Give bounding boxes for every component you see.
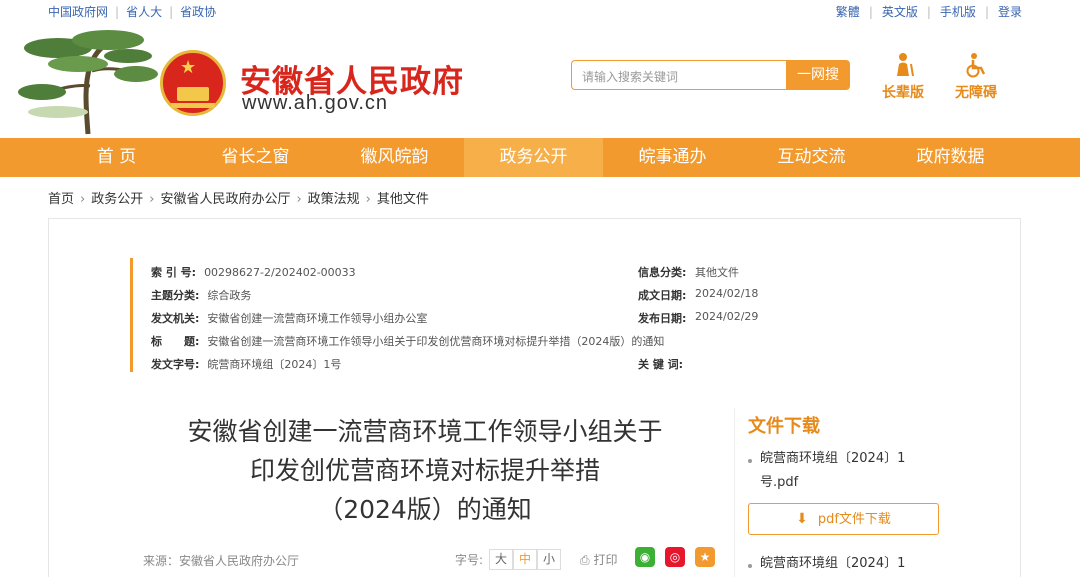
accessible-mode-button[interactable]: 无障碍 — [955, 52, 997, 102]
meta-pub-date-value: 2024/02/29 — [695, 310, 759, 323]
meta-category-value: 综合政务 — [207, 289, 252, 302]
top-left-links: 中国政府网 | 省人大 | 省政协 — [48, 5, 217, 19]
download-item-1[interactable]: 皖营商环境组〔2024〕1 号.pdf — [760, 447, 920, 495]
link-traditional[interactable]: 繁體 — [836, 5, 860, 19]
document-meta: 索 引 号: 00298627-2/202402-00033 主题分类: 综合政务 … — [130, 258, 770, 372]
link-cppcc[interactable]: 省政协 — [180, 5, 216, 19]
crumb-home[interactable]: 首页 — [48, 192, 74, 207]
download-item-1-line-1: 皖营商环境组〔2024〕1 — [760, 451, 906, 466]
font-size-medium-button[interactable]: 中 — [513, 549, 538, 570]
accessible-label: 无障碍 — [955, 85, 997, 101]
crumb-policy[interactable]: 政策法规 — [308, 192, 360, 207]
meta-index-label: 索 引 号: — [151, 266, 197, 279]
document-title-line-3: （2024版）的通知 — [318, 495, 532, 524]
link-english[interactable]: 英文版 — [882, 5, 918, 19]
document-title-line-2: 印发创优营商环境对标提升举措 — [249, 456, 600, 485]
weibo-share-icon[interactable]: ◎ — [665, 547, 685, 567]
top-right-links: 繁體 | 英文版 | 手机版 | 登录 — [835, 5, 1022, 19]
link-gov-cn[interactable]: 中国政府网 — [48, 5, 108, 19]
pine-tree-icon — [18, 30, 158, 135]
bullet-icon — [748, 564, 752, 568]
document-source: 来源：安徽省人民政府办公厅 — [143, 554, 300, 568]
nav-culture[interactable]: 徽风皖韵 — [325, 138, 464, 177]
download-arrow-icon: ⬇ — [796, 511, 808, 527]
elder-icon — [897, 53, 914, 77]
nav-interaction[interactable]: 互动交流 — [742, 138, 881, 177]
font-size-label: 字号: — [455, 553, 484, 567]
pdf-download-button[interactable]: ⬇ pdf文件下载 — [748, 503, 939, 535]
meta-docno-value: 皖营商环境组〔2024〕1号 — [207, 358, 342, 371]
meta-category-label: 主题分类: — [151, 289, 200, 302]
meta-made-date-value: 2024/02/18 — [695, 287, 759, 300]
link-mobile[interactable]: 手机版 — [940, 5, 976, 19]
meta-title-row: 标 题: 安徽省创建一流营商环境工作领导小组关于印发创优营商环境对标提升举措（20… — [151, 333, 664, 349]
favorite-icon[interactable]: ★ — [695, 547, 715, 567]
nav-gov-data[interactable]: 政府数据 — [881, 138, 1020, 177]
crumb-gov-affairs[interactable]: 政务公开 — [91, 192, 143, 207]
download-divider — [734, 408, 735, 577]
meta-docno-row: 发文字号: 皖营商环境组〔2024〕1号 — [151, 356, 341, 372]
download-title: 文件下载 — [748, 416, 820, 437]
font-size-control: 字号: 大 中 小 — [455, 549, 562, 570]
printer-icon: ⎙ — [580, 553, 590, 567]
meta-index-value: 00298627-2/202402-00033 — [204, 266, 356, 279]
elder-mode-button[interactable]: 长辈版 — [882, 52, 924, 102]
meta-made-date-label: 成文日期: — [638, 289, 687, 302]
download-item-2-line-1: 皖营商环境组〔2024〕1 — [760, 556, 906, 571]
breadcrumb: 首页 › 政务公开 › 安徽省人民政府办公厅 › 政策法规 › 其他文件 — [48, 192, 429, 207]
crumb-office[interactable]: 安徽省人民政府办公厅 — [160, 192, 290, 207]
meta-issuer-row: 发文机关: 安徽省创建一流营商环境工作领导小组办公室 — [151, 310, 427, 326]
search-input[interactable]: 请输入搜索关键词 — [571, 60, 786, 90]
link-npc[interactable]: 省人大 — [126, 5, 162, 19]
font-size-small-button[interactable]: 小 — [537, 549, 562, 570]
meta-issuer-value: 安徽省创建一流营商环境工作领导小组办公室 — [207, 312, 428, 325]
site-header: ★ 安徽省人民政府 www.ah.gov.cn 请输入搜索关键词 一网搜 长辈版… — [0, 22, 1080, 138]
national-emblem-icon: ★ — [160, 50, 226, 116]
search-button[interactable]: 一网搜 — [786, 60, 850, 90]
bullet-icon — [748, 459, 752, 463]
crumb-other-docs[interactable]: 其他文件 — [377, 192, 429, 207]
document-title: 安徽省创建一流营商环境工作领导小组关于 印发创优营商环境对标提升举措 （2024… — [160, 412, 690, 529]
link-login[interactable]: 登录 — [998, 5, 1022, 19]
print-label: 打印 — [593, 553, 618, 567]
wheelchair-icon — [966, 53, 986, 78]
wechat-share-icon[interactable]: ◉ — [635, 547, 655, 567]
meta-info-cat-value: 其他文件 — [695, 266, 739, 279]
meta-pub-date-label: 发布日期: — [638, 312, 687, 325]
meta-issuer-label: 发文机关: — [151, 312, 200, 325]
meta-info-cat-label: 信息分类: — [638, 266, 687, 279]
pdf-download-label: pdf文件下载 — [817, 512, 891, 527]
print-button[interactable]: ⎙ 打印 — [580, 551, 617, 568]
meta-keywords-label: 关 键 词: — [638, 358, 684, 371]
meta-index-row: 索 引 号: 00298627-2/202402-00033 — [151, 264, 356, 280]
meta-title-value: 安徽省创建一流营商环境工作领导小组关于印发创优营商环境对标提升举措（2024版）… — [207, 335, 665, 348]
nav-gov-affairs[interactable]: 政务公开 — [464, 138, 603, 177]
font-size-large-button[interactable]: 大 — [489, 549, 514, 570]
meta-docno-label: 发文字号: — [151, 358, 200, 371]
document-title-line-1: 安徽省创建一流营商环境工作领导小组关于 — [187, 417, 663, 446]
meta-category-row: 主题分类: 综合政务 — [151, 287, 251, 303]
download-item-1-line-2: 号.pdf — [760, 475, 799, 490]
download-item-2[interactable]: 皖营商环境组〔2024〕1 — [760, 552, 920, 576]
nav-home[interactable]: 首 页 — [47, 138, 186, 177]
nav-governor[interactable]: 省长之窗 — [186, 138, 325, 177]
nav-services[interactable]: 皖事通办 — [603, 138, 742, 177]
elder-label: 长辈版 — [882, 85, 924, 101]
site-url: www.ah.gov.cn — [242, 92, 389, 114]
top-bar: 中国政府网 | 省人大 | 省政协 繁體 | 英文版 | 手机版 | 登录 — [0, 0, 1080, 22]
meta-title-label: 标 题: — [151, 335, 200, 348]
main-nav: 首 页 省长之窗 徽风皖韵 政务公开 皖事通办 互动交流 政府数据 — [0, 138, 1080, 177]
